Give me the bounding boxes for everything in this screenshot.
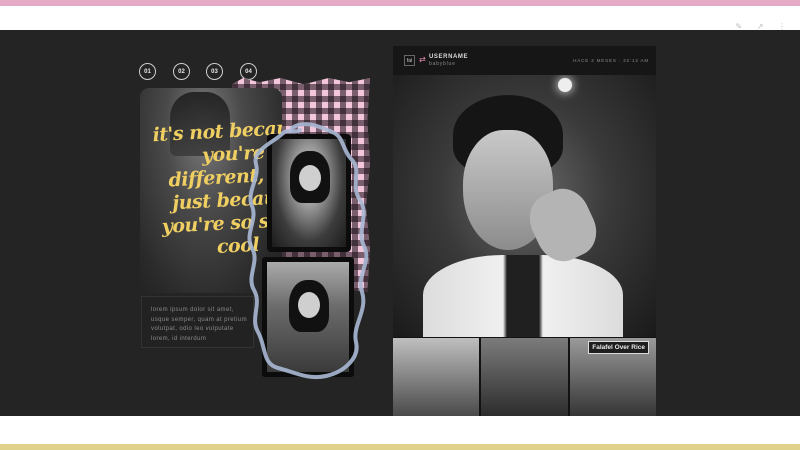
social-post-card: fal ⇄ USERNAME babyblue HACE 2 MESES · 2… [393, 46, 656, 416]
strip-photo-2 [481, 338, 568, 416]
photo-shirt-shape [423, 255, 623, 337]
post-handle: babyblue [429, 61, 456, 67]
nav-item-01[interactable]: 01 [139, 63, 156, 80]
nav-item-02[interactable]: 02 [173, 63, 190, 80]
photo-strip: Falafel Over Rice [393, 338, 656, 416]
strip-photo-1 [393, 338, 480, 416]
main-photo-man-portrait [393, 75, 656, 337]
caption-box: lorem ipsum dolor sit amet, usque semper… [141, 296, 254, 348]
top-color-stripe [0, 0, 800, 6]
street-sign: Falafel Over Rice [588, 341, 649, 354]
bottom-color-stripe [0, 444, 800, 450]
moodboard-stage: 01 02 03 04 it's not because you're diff… [0, 30, 800, 416]
post-header: fal ⇄ USERNAME babyblue HACE 2 MESES · 2… [393, 46, 656, 75]
light-bulb-glow [558, 78, 572, 92]
caption-text: lorem ipsum dolor sit amet, usque semper… [151, 307, 247, 342]
avatar[interactable]: fal [404, 55, 415, 66]
post-username[interactable]: USERNAME [429, 54, 468, 60]
post-timestamp: HACE 2 MESES · 22:12 AM [573, 58, 649, 63]
nav-item-04[interactable]: 04 [240, 63, 257, 80]
nav-item-03[interactable]: 03 [206, 63, 223, 80]
strip-photo-3: Falafel Over Rice [569, 338, 656, 416]
repost-icon: ⇄ [419, 55, 426, 64]
squiggle-outline-decoration [247, 122, 369, 379]
